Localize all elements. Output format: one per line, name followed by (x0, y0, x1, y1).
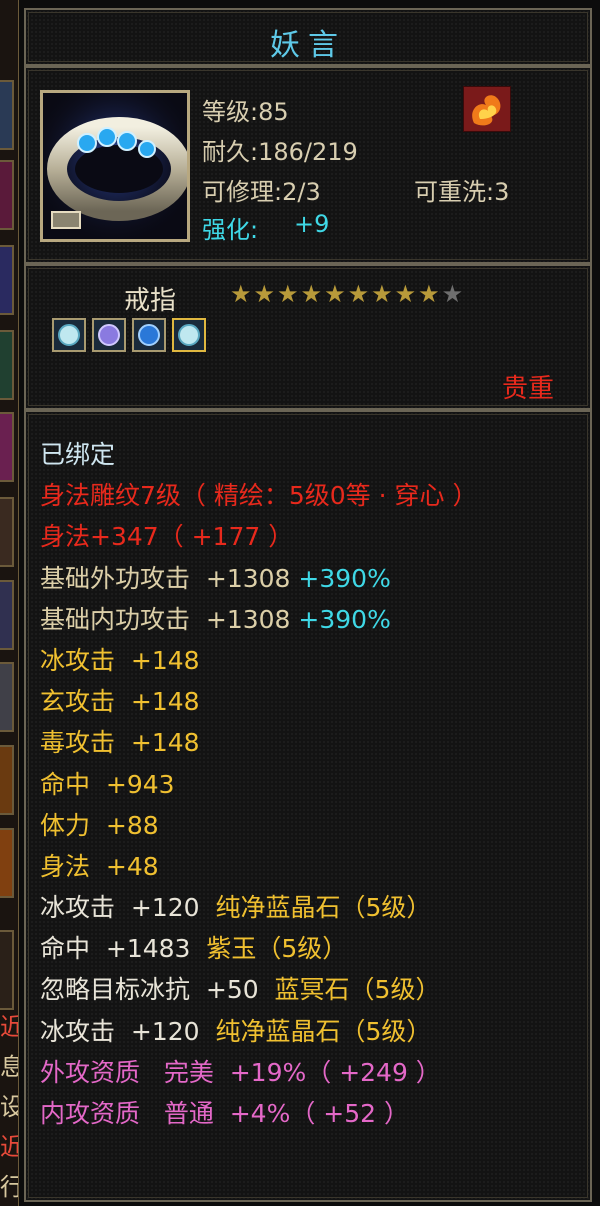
item-level: 等级:85 (202, 98, 289, 126)
attribute-text: +390% (298, 604, 391, 634)
attribute-text: 内攻资质 普通 +4%（ +52 ） (40, 1099, 409, 1128)
attribute-text: 命中 +943 (40, 769, 175, 799)
edge-char: 行 (0, 1174, 18, 1200)
attribute-row: 命中 +1483 紫玉（5级） (40, 928, 477, 969)
attribute-text: 外攻资质 完美 +19%（ +249 ） (40, 1057, 441, 1087)
attribute-row: 命中 +943 (40, 764, 477, 805)
white-crystal-gem-icon[interactable] (172, 318, 206, 352)
star-icon: ★ (371, 280, 395, 308)
attribute-list: 已绑定身法雕纹7级（ 精绘：5级0等 · 穿心 ） 身法+347（ +177 ） 基… (40, 434, 477, 1134)
gem-slots (52, 318, 206, 352)
left-slot[interactable] (0, 80, 14, 150)
item-icon-frame (40, 90, 190, 242)
star-icon: ★ (277, 280, 301, 308)
item-name: 妖言 (270, 28, 346, 63)
attribute-text: 冰攻击 +148 (40, 645, 200, 675)
edge-char: 息 (0, 1054, 18, 1080)
bind-lock-icon (51, 211, 81, 229)
star-icon: ★ (300, 280, 325, 308)
attribute-text: 忽略目标冰抗 +50 (40, 975, 275, 1005)
attribute-text: 基础内功攻击 +1308 (40, 604, 299, 634)
star-icon: ★ (253, 280, 278, 308)
left-slot[interactable] (0, 745, 14, 815)
left-slot[interactable] (0, 412, 14, 482)
left-slot[interactable] (0, 930, 14, 1010)
item-title-bar: 妖言 (24, 8, 592, 66)
left-slot[interactable] (0, 497, 14, 567)
attribute-row: 冰攻击 +148 (40, 640, 477, 681)
item-enhance-value: +9 (294, 210, 330, 238)
item-repairable: 可修理:2/3 (202, 178, 321, 206)
item-info-panel: 等级:85 耐久:186/219 可修理:2/3 可重洗:3 强化: +9 (24, 66, 592, 264)
white-crystal-gem-icon[interactable] (52, 318, 86, 352)
attribute-row: 已绑定 (40, 434, 477, 475)
attribute-row: 身法+347（ +177 ） (40, 516, 477, 557)
attribute-row: 外攻资质 完美 +19%（ +249 ） (40, 1052, 477, 1093)
attribute-text: 纯净蓝晶石（5级） (215, 893, 432, 923)
attribute-text: 玄攻击 +148 (40, 687, 200, 717)
star-empty-icon: ★ (441, 280, 466, 308)
attribute-text: 身法 +48 (40, 851, 159, 881)
attribute-text: 紫玉（5级） (206, 934, 348, 964)
attribute-text: 已绑定 (40, 440, 116, 469)
attribute-text: 冰攻击 +120 (40, 893, 216, 923)
fire-swirl-icon[interactable] (463, 86, 511, 132)
edge-char: 设 (0, 1094, 18, 1120)
attribute-row: 基础内功攻击 +1308 +390% (40, 599, 477, 640)
left-slot[interactable] (0, 828, 14, 898)
attribute-text: 毒攻击 +148 (40, 728, 200, 758)
rarity-label: 贵重 (501, 374, 554, 404)
star-icon: ★ (418, 280, 442, 308)
left-slot[interactable] (0, 580, 14, 650)
left-slot[interactable] (0, 245, 14, 315)
item-enhance-label: 强化: (202, 216, 259, 244)
edge-char: 近 (0, 1134, 18, 1160)
attribute-row: 玄攻击 +148 (40, 681, 477, 722)
star-icon: ★ (394, 280, 419, 308)
item-rewash: 可重洗:3 (414, 178, 510, 206)
attribute-row: 忽略目标冰抗 +50 蓝冥石（5级） (40, 969, 477, 1010)
left-slot[interactable] (0, 330, 14, 400)
left-slot[interactable] (0, 662, 14, 732)
attribute-text: 命中 +1483 (40, 934, 207, 964)
attribute-row: 体力 +88 (40, 805, 477, 846)
attribute-text: 身法雕纹7级（ 精绘：5级0等 · 穿心 ） (40, 481, 478, 511)
attribute-text: 身法+347（ +177 ） (40, 522, 294, 552)
left-slot[interactable] (0, 160, 14, 230)
item-attributes-panel: 已绑定身法雕纹7级（ 精绘：5级0等 · 穿心 ） 身法+347（ +177 ） 基… (24, 410, 592, 1202)
attribute-row: 内攻资质 普通 +4%（ +52 ） (40, 1093, 477, 1134)
item-type: 戒指 (124, 286, 177, 316)
attribute-row: 冰攻击 +120 纯净蓝晶石（5级） (40, 887, 477, 928)
attribute-row: 冰攻击 +120 纯净蓝晶石（5级） (40, 1011, 477, 1052)
attribute-text: 冰攻击 +120 (40, 1016, 216, 1046)
attribute-text: 纯净蓝晶石（5级） (215, 1016, 432, 1046)
left-panel-edge: 近 息 设 近 行 (0, 0, 19, 1206)
attribute-row: 基础外功攻击 +1308 +390% (40, 558, 477, 599)
attribute-row: 身法 +48 (40, 846, 477, 887)
star-rating: ★★★★★★★★★★ (230, 280, 465, 308)
attribute-text: +390% (298, 563, 391, 593)
star-icon: ★ (324, 280, 348, 308)
blue-crystal-gem-icon[interactable] (132, 318, 166, 352)
star-icon: ★ (347, 280, 372, 308)
purple-crystal-gem-icon[interactable] (92, 318, 126, 352)
star-icon: ★ (230, 280, 254, 308)
attribute-row: 毒攻击 +148 (40, 722, 477, 763)
attribute-text: 体力 +88 (40, 810, 159, 840)
item-type-panel: 戒指 ★★★★★★★★★★ 贵重 (24, 264, 592, 410)
attribute-row: 身法雕纹7级（ 精绘：5级0等 · 穿心 ） (40, 475, 477, 516)
edge-char: 近 (0, 1014, 18, 1040)
attribute-text: 蓝冥石（5级） (274, 975, 441, 1005)
item-durability: 耐久:186/219 (202, 138, 358, 166)
attribute-text: 基础外功攻击 +1308 (40, 563, 299, 593)
